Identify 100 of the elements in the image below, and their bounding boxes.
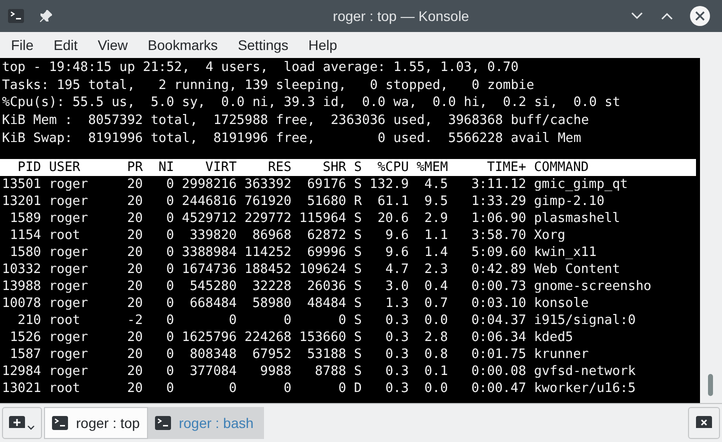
table-cell-text: roger [48, 192, 90, 210]
terminal-add-icon [9, 416, 25, 430]
summary-line: top - 19:48:15 up 21:52, 4 users, load average: 1.55, 1.03, 0.70 [2, 59, 519, 77]
table-cell: kded5 [534, 328, 574, 346]
table-cell-text: 86968 [251, 226, 292, 244]
table-cell-text: roger [48, 176, 90, 193]
table-cell: 363392 [244, 176, 292, 193]
table-cell-text: 0 [165, 278, 174, 295]
table-cell-text: 20 [126, 380, 143, 397]
table-cell-text: 3:58.70 [470, 226, 526, 244]
table-cell: 13501 [2, 176, 42, 193]
menu-item[interactable]: Settings [230, 34, 296, 56]
table-cell-text: roger [48, 328, 90, 346]
table-cell: 10078 [2, 294, 42, 312]
terminal-icon [154, 416, 171, 430]
table-cell-text: 0.1 [423, 362, 448, 380]
table-cell-text: 62872 [306, 226, 346, 244]
table-cell: 3388984 [182, 244, 237, 261]
table-cell: 1625796 [182, 328, 237, 346]
table-cell-text: 0:00.73 [470, 278, 526, 295]
table-cell-text: 0 [228, 312, 237, 329]
table-cell: COMMAND [534, 158, 589, 176]
table-cell-text: 8788 [314, 362, 346, 380]
table-cell: gnome-screensho [534, 278, 652, 295]
table-cell-text: 20 [126, 278, 143, 295]
table-cell: 10332 [2, 260, 42, 278]
terminal-close-icon [696, 416, 712, 430]
table-cell: 1674736 [182, 260, 237, 278]
table-cell: 2998216 [182, 176, 237, 193]
menu-item[interactable]: Edit [46, 34, 86, 56]
table-cell-text: 0 [282, 312, 292, 329]
table-cell-text: 67952 [251, 346, 292, 363]
table-cell: S [354, 176, 362, 193]
table-cell-text: 1.1 [423, 226, 448, 244]
close-tab-button[interactable] [688, 407, 720, 439]
table-cell-text: 0 [337, 380, 346, 397]
table-cell: gvfsd-network [534, 362, 636, 380]
close-icon[interactable] [690, 6, 710, 26]
table-cell-text: 0:42.89 [470, 260, 526, 278]
table-cell-text: 20 [126, 226, 143, 244]
table-cell: 153660 [299, 328, 346, 346]
table-cell-text: 58980 [251, 294, 292, 312]
table-cell: %MEM [416, 158, 448, 176]
table-cell-text: 9988 [259, 362, 292, 380]
table-cell: kworker/u16:5 [534, 380, 636, 397]
table-cell-text: PR [126, 158, 143, 176]
table-cell-text: 1154 [8, 226, 42, 244]
table-cell: S [354, 294, 362, 312]
table-cell-text: roger [48, 346, 90, 363]
table-cell-text: 0.3 [384, 346, 409, 363]
table-cell-text: 0 [165, 312, 174, 329]
table-cell: krunner [534, 346, 589, 363]
table-cell-text: 1589 [8, 210, 42, 227]
table-cell-text: roger [48, 210, 90, 227]
pin-icon[interactable] [40, 10, 52, 22]
table-cell-text: 0.3 [384, 312, 409, 329]
table-cell-text: 20 [126, 244, 143, 261]
table-cell-text: 808348 [188, 346, 237, 363]
maximize-icon[interactable] [660, 11, 674, 21]
table-cell: S [354, 362, 362, 380]
menu-item[interactable]: Bookmarks [140, 34, 226, 56]
minimize-icon[interactable] [630, 11, 644, 21]
table-cell-text: 0.0 [423, 312, 448, 329]
table-cell: S [354, 346, 362, 363]
table-cell: S [354, 244, 362, 261]
table-cell-text: roger [48, 244, 90, 261]
menu-item[interactable]: Help [300, 34, 346, 56]
table-cell-text: root [48, 380, 82, 397]
table-cell-text: NI [157, 158, 174, 176]
new-tab-button[interactable] [2, 407, 42, 439]
table-cell-text: 69176 [306, 176, 346, 193]
table-cell-text: 0.0 [423, 380, 448, 397]
table-cell-text: 0:00.47 [470, 380, 526, 397]
table-cell-text: %CPU [376, 158, 409, 176]
table-cell: 13988 [2, 278, 42, 295]
table-cell: S [354, 260, 362, 278]
table-cell-text: 9.6 [384, 226, 409, 244]
table-cell: plasmashell [534, 210, 620, 227]
table-cell-text: 0.7 [423, 294, 448, 312]
table-cell-text: 2.8 [423, 328, 448, 346]
table-cell-text: 0 [165, 210, 174, 227]
table-cell: 229772 [244, 210, 292, 227]
table-cell-text: 2.3 [423, 260, 448, 278]
window-title: roger : top — Konsole [332, 6, 470, 26]
table-cell: S [354, 158, 362, 176]
menu-item[interactable]: File [3, 34, 42, 56]
table-cell: S [354, 210, 362, 227]
tab[interactable]: roger : top [44, 407, 148, 439]
table-cell-text: 9.5 [423, 192, 448, 210]
table-cell-text: root [48, 312, 82, 329]
table-cell-text: 0.8 [423, 346, 448, 363]
table-cell-text: 26036 [306, 278, 346, 295]
table-cell-text: SHR [322, 158, 346, 176]
table-cell-text: 0 [165, 226, 174, 244]
menu-item[interactable]: View [90, 34, 136, 56]
table-cell-text: 0 [165, 294, 174, 312]
table-cell-text: 20 [126, 192, 143, 210]
scrollbar-thumb[interactable] [708, 374, 713, 396]
table-cell-text: 0:04.37 [470, 312, 526, 329]
summary-line: KiB Swap: 8191996 total, 8191996 free, 0 used. 5566228 avail Mem [2, 130, 582, 148]
